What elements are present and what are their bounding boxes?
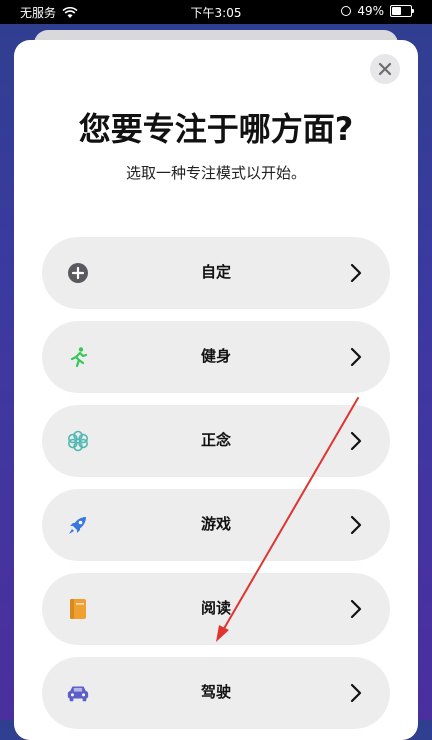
option-label: 驾驶 xyxy=(200,683,231,701)
option-mindfulness[interactable]: 正念 xyxy=(42,405,390,477)
page-title: 您要专注于哪方面? xyxy=(78,110,354,148)
page-subtitle: 选取一种专注模式以开始。 xyxy=(125,164,306,182)
status-right: 49% xyxy=(341,4,414,18)
option-label: 游戏 xyxy=(200,515,231,533)
status-bar: 无服务 下午3:05 49% xyxy=(0,0,432,24)
option-label: 正念 xyxy=(200,431,231,449)
chevron-right-icon xyxy=(350,515,362,535)
option-gaming[interactable]: 游戏 xyxy=(42,489,390,561)
option-label: 健身 xyxy=(200,347,231,365)
chevron-right-icon xyxy=(350,347,362,367)
option-label: 阅读 xyxy=(200,599,231,617)
rotation-lock-icon xyxy=(341,6,352,16)
close-button[interactable] xyxy=(370,54,400,84)
option-driving[interactable]: 驾驶 xyxy=(42,657,390,729)
option-fitness[interactable]: 健身 xyxy=(42,321,390,393)
chevron-right-icon xyxy=(350,683,362,703)
option-reading[interactable]: 阅读 xyxy=(42,573,390,645)
chevron-right-icon xyxy=(350,599,362,619)
close-icon xyxy=(378,62,392,76)
chevron-right-icon xyxy=(350,263,362,283)
battery-icon xyxy=(390,5,414,17)
option-label: 自定 xyxy=(200,263,231,281)
option-custom[interactable]: 自定 xyxy=(42,237,390,309)
focus-sheet: 您要专注于哪方面? 选取一种专注模式以开始。 自定 健身 正念 游戏 阅读 驾驶 xyxy=(14,40,418,740)
chevron-right-icon xyxy=(350,431,362,451)
battery-percent: 49% xyxy=(357,4,384,18)
